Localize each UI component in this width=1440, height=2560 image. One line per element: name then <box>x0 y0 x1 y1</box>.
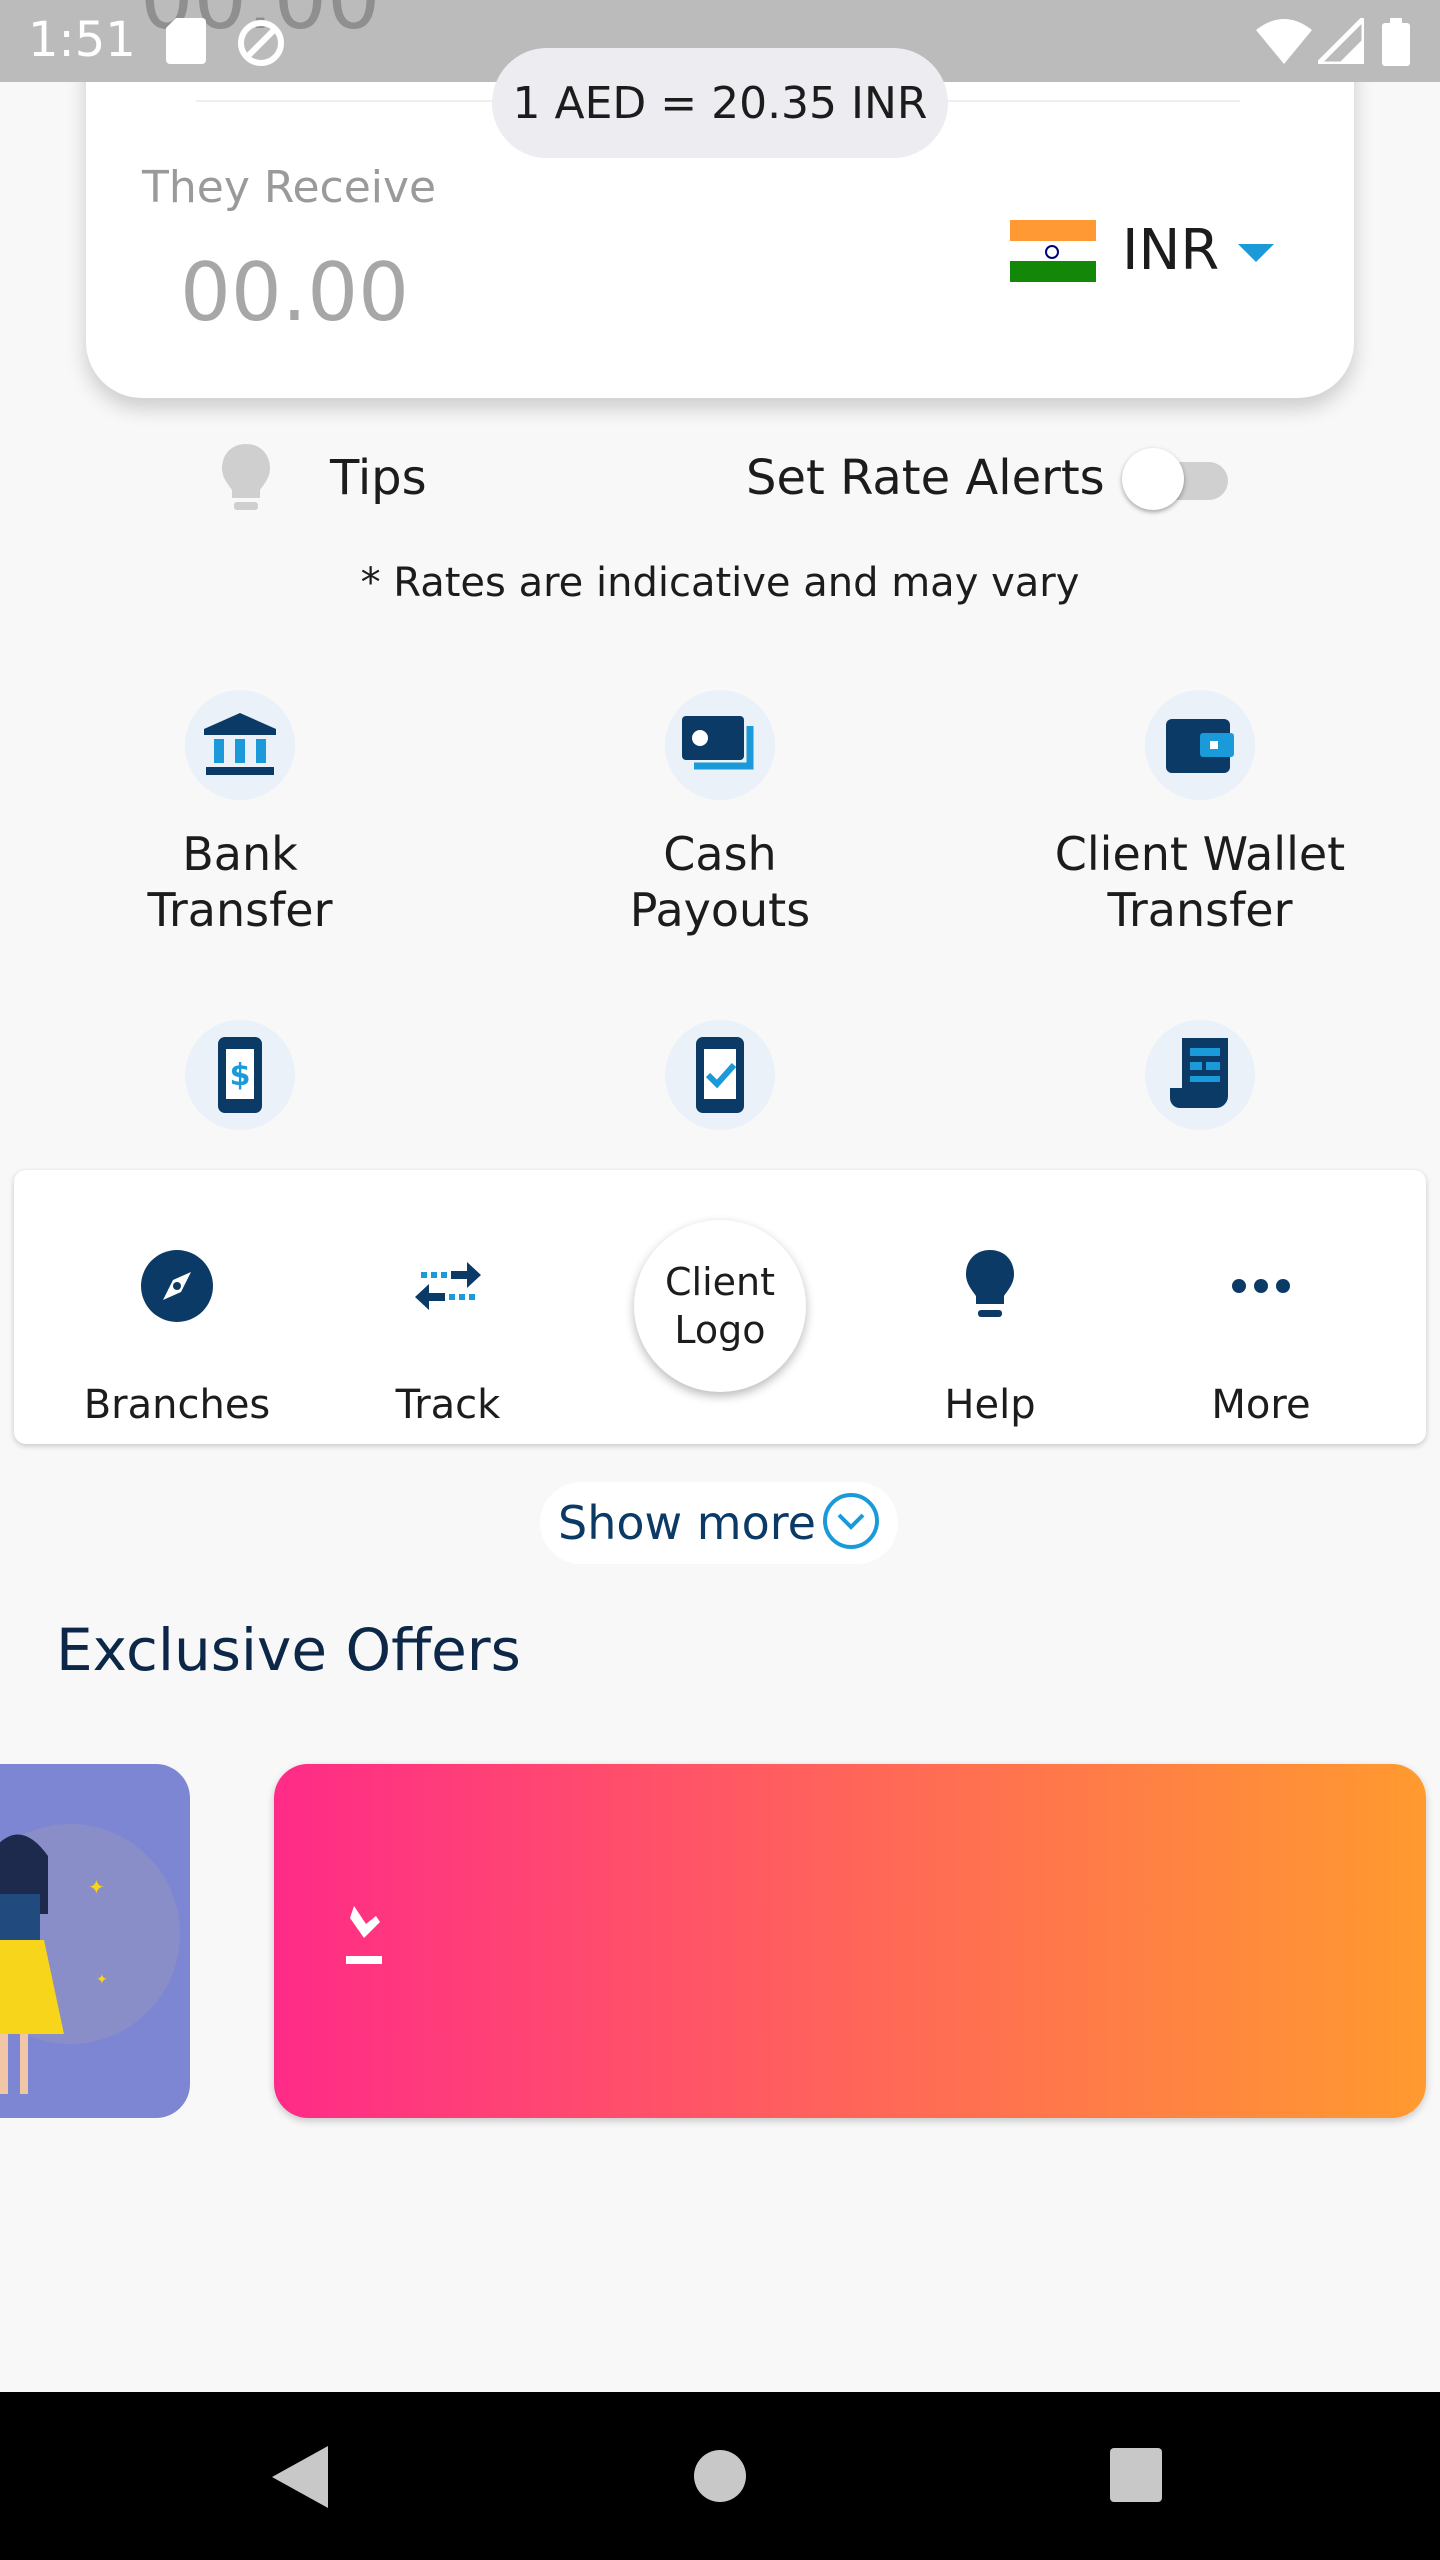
caret-down-icon[interactable] <box>1238 244 1274 262</box>
bill-receipt-icon <box>1145 1020 1255 1130</box>
service-client-wallet-transfer[interactable]: Client Wallet Transfer <box>990 690 1410 938</box>
service-label: Cash Payouts <box>629 827 811 937</box>
back-triangle-icon[interactable] <box>272 2446 328 2512</box>
status-time: 1:51 <box>28 12 136 68</box>
woman-illustration: ✦ ✦ <box>0 1824 180 2094</box>
offers-title: Exclusive Offers <box>56 1616 521 1684</box>
tips-link[interactable]: Tips <box>330 450 427 506</box>
service-label: Client Wallet Transfer <box>1054 827 1346 937</box>
nav-more[interactable]: More <box>1131 1240 1391 1428</box>
chevron-down-circle-icon <box>822 1492 880 1554</box>
nav-label: More <box>1211 1382 1311 1428</box>
service-bank-transfer[interactable]: Bank Transfer <box>30 690 450 938</box>
nav-label: Help <box>944 1382 1036 1428</box>
they-receive-label: They Receive <box>142 162 437 213</box>
svg-text:$: $ <box>230 1058 251 1093</box>
offer-card[interactable]: ✦ ✦ <box>0 1764 190 2118</box>
recents-square-icon[interactable] <box>1110 2448 1162 2506</box>
rates-disclaimer: * Rates are indicative and may vary <box>360 560 1080 606</box>
wallet-icon <box>1145 690 1255 800</box>
service-cash-payouts[interactable]: Cash Payouts <box>510 690 930 938</box>
rate-alerts-toggle[interactable] <box>1122 448 1228 510</box>
mobile-dollar-icon: $ <box>185 1020 295 1130</box>
service-bill-payment[interactable] <box>990 1020 1410 1130</box>
system-nav-bar <box>0 2392 1440 2560</box>
service-label: Bank Transfer <box>147 827 333 937</box>
nav-branches[interactable]: Branches <box>47 1240 307 1428</box>
more-dots-icon <box>1131 1240 1391 1332</box>
svg-text:✦: ✦ <box>96 1972 108 1988</box>
bank-icon <box>185 690 295 800</box>
swap-arrows-icon <box>318 1240 578 1332</box>
lightbulb-help-icon <box>860 1240 1120 1332</box>
wifi-icon <box>1256 18 1312 68</box>
rate-alerts-label: Set Rate Alerts <box>746 450 1105 506</box>
nav-label: Branches <box>83 1382 271 1428</box>
compass-icon <box>47 1240 307 1332</box>
mobile-check-icon <box>665 1020 775 1130</box>
svg-text:✦: ✦ <box>88 1875 105 1899</box>
india-flag-icon[interactable] <box>1010 220 1096 282</box>
service-mobile-topup[interactable]: $ <box>30 1020 450 1130</box>
client-logo-button[interactable]: Client Logo <box>634 1220 806 1392</box>
lightbulb-icon[interactable] <box>218 442 274 518</box>
show-more-button[interactable]: Show more <box>540 1482 898 1564</box>
nav-label: Track <box>395 1382 501 1428</box>
cash-icon <box>665 690 775 800</box>
service-mobile-verify[interactable] <box>510 1020 930 1130</box>
nav-track[interactable]: Track <box>318 1240 578 1428</box>
sync-off-icon <box>236 18 286 72</box>
receive-amount-field[interactable]: 00.00 <box>180 246 409 339</box>
offer-glyph-icon <box>346 1906 382 1964</box>
show-more-label: Show more <box>558 1496 816 1550</box>
home-circle-icon[interactable] <box>694 2450 746 2506</box>
nav-help[interactable]: Help <box>860 1240 1120 1428</box>
exchange-rate-badge: 1 AED = 20.35 INR <box>492 48 948 158</box>
sd-card-icon <box>166 18 206 68</box>
cellular-signal-icon <box>1311 11 1367 68</box>
currency-selector[interactable]: INR <box>1122 218 1219 283</box>
battery-icon <box>1382 18 1410 70</box>
offer-card[interactable] <box>274 1764 1426 2118</box>
